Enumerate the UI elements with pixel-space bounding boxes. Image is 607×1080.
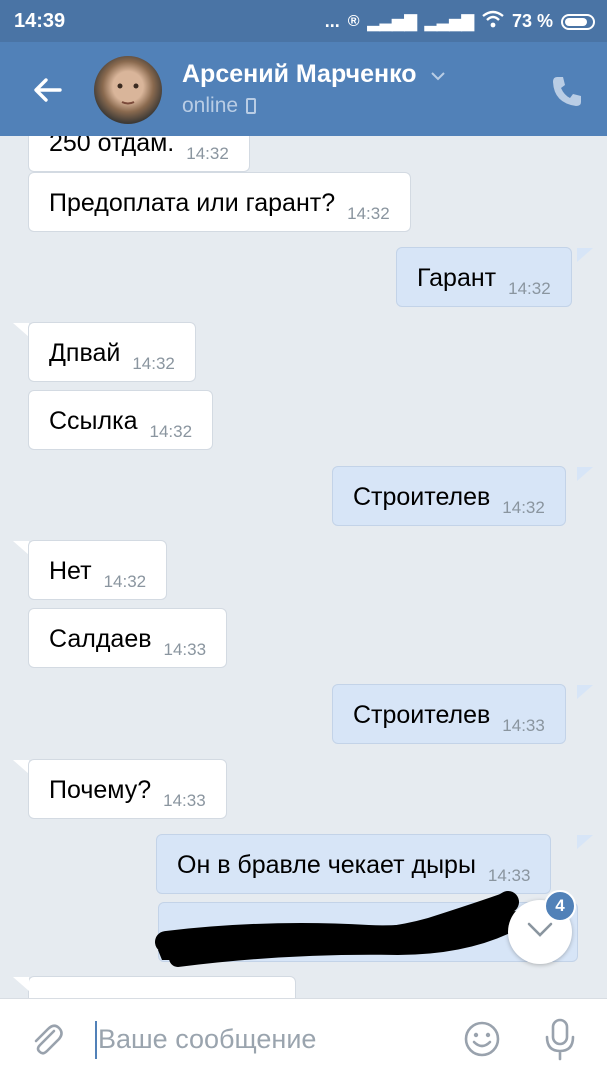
message-bubble[interactable]: Строителев 14:33	[332, 684, 566, 744]
message-bubble[interactable]: Предоплата или гарант? 14:32	[28, 172, 411, 232]
message-time: 14:32	[502, 498, 545, 517]
message-list[interactable]: 250 отдам. 14:32 Предоплата или гарант? 14…	[0, 136, 607, 1000]
message-bubble[interactable]: Строителев 14:32	[332, 466, 566, 526]
status-time: 14:39	[14, 10, 66, 32]
bubble-tail	[13, 541, 29, 555]
bubble-tail	[577, 685, 593, 699]
unread-count-badge: 4	[544, 890, 576, 922]
bubble-tail	[13, 323, 29, 337]
chevron-down-icon	[527, 922, 553, 937]
message-time: 14:32	[132, 354, 175, 373]
bubble-tail	[13, 977, 29, 991]
message-text: Салдаев	[49, 625, 152, 653]
message-time: 14:32	[149, 422, 193, 441]
composer-bar	[0, 998, 607, 1080]
avatar[interactable]	[94, 56, 162, 124]
message-time: 14:32	[103, 572, 147, 591]
status-icons: ... ® ▂▃▅▇ ▂▃▅▇ 73 %	[325, 10, 595, 33]
message-time: 14:32	[186, 144, 229, 163]
message-text: Почему?	[49, 776, 152, 804]
bubble-tail	[13, 760, 29, 774]
mobile-icon	[246, 98, 257, 114]
message-input[interactable]	[98, 1019, 428, 1059]
message-text: Предоплата или гарант?	[49, 189, 336, 217]
message-text: Строителев	[353, 701, 491, 729]
message-bubble[interactable]: Дпвай 14:32	[28, 322, 196, 382]
message-text: Нет	[49, 557, 92, 585]
back-arrow-icon[interactable]	[30, 72, 66, 108]
signal-2-icon: ▂▃▅▇	[424, 13, 474, 31]
redaction-scribble	[155, 891, 525, 967]
message-text: Гарант	[417, 264, 497, 292]
message-time: 14:32	[508, 279, 551, 298]
message-bubble[interactable]: Нет 14:32	[28, 540, 168, 600]
battery-icon	[561, 13, 595, 30]
message-text: Он в бравле чекает дыры	[177, 851, 476, 879]
chevron-down-icon[interactable]	[430, 68, 446, 86]
contact-name[interactable]: Арсений Марченко	[182, 60, 417, 89]
message-time: 14:32	[347, 204, 390, 223]
message-text: 250 отдам.	[49, 136, 175, 157]
microphone-icon[interactable]	[542, 1017, 578, 1061]
message-bubble[interactable]: Ссылка 14:32	[28, 390, 214, 450]
bubble-tail	[577, 467, 593, 481]
contact-status: online	[182, 94, 257, 118]
bubble-tail	[577, 248, 593, 262]
message-bubble-partial[interactable]	[28, 976, 296, 1000]
message-bubble[interactable]: Салдаев 14:33	[28, 608, 228, 668]
message-time: 14:33	[163, 791, 206, 810]
message-text: Ссылка	[49, 407, 138, 435]
message-text: Дпвай	[49, 339, 121, 367]
call-icon[interactable]	[548, 72, 586, 110]
attach-icon[interactable]	[28, 1021, 66, 1059]
battery-percent: 73 %	[511, 11, 553, 31]
wifi-icon	[482, 10, 504, 33]
roaming-icon: ®	[347, 12, 360, 30]
text-cursor	[95, 1021, 97, 1059]
bubble-tail	[577, 835, 593, 849]
online-status: online	[182, 94, 239, 117]
message-text: Строителев	[353, 483, 491, 511]
message-bubble[interactable]: 250 отдам. 14:32	[28, 136, 250, 172]
message-time: 14:33	[163, 640, 207, 659]
message-bubble[interactable]: Почему? 14:33	[28, 759, 227, 819]
emoji-icon[interactable]	[462, 1019, 502, 1059]
status-dots: ...	[324, 11, 340, 31]
message-time: 14:33	[502, 716, 545, 735]
signal-icon: ▂▃▅▇	[367, 13, 417, 31]
chat-header: Арсений Марченко online	[0, 42, 607, 136]
message-bubble[interactable]: Гарант 14:32	[396, 247, 572, 307]
status-bar: 14:39 ... ® ▂▃▅▇ ▂▃▅▇ 73 %	[0, 0, 607, 42]
